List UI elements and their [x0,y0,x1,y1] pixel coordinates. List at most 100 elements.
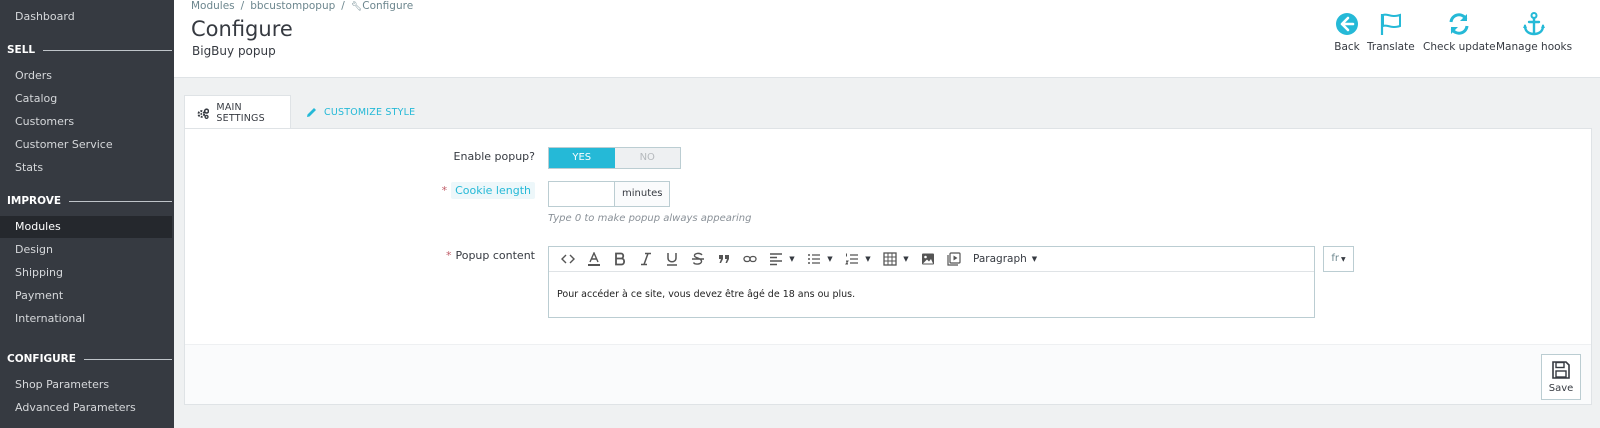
breadcrumb: Modules / bbcustompopup / 🔧︎Configure [191,0,414,12]
sidebar-item-international[interactable]: International [0,308,174,330]
tab-customize-style[interactable]: CUSTOMIZE STYLE [306,95,415,129]
code-icon [561,254,575,264]
check-update-button[interactable]: Check update [1423,11,1496,53]
page-subtitle: BigBuy popup [192,44,276,58]
media-icon [947,252,961,266]
bold-button[interactable] [607,248,633,270]
numbered-list-button[interactable]: ▼ [839,248,877,270]
underline-icon [667,253,677,266]
sidebar-item-shop-parameters[interactable]: Shop Parameters [0,374,174,396]
tab-main-settings-label: MAIN SETTINGS [216,102,265,124]
sidebar-item-stats[interactable]: Stats [0,157,174,179]
table-icon [883,252,897,266]
align-button[interactable]: ▼ [763,248,801,270]
sidebar-item-advanced-parameters[interactable]: Advanced Parameters [0,397,174,419]
link-icon [743,255,757,263]
sidebar-item-design[interactable]: Design [0,239,174,261]
panel-footer: Save [185,344,1591,404]
wrench-icon: 🔧︎ [350,2,363,12]
text-color-button[interactable] [581,248,607,270]
sidebar-item-orders[interactable]: Orders [0,65,174,87]
bullet-list-icon [808,254,821,264]
anchor-icon [1523,12,1546,36]
underline-button[interactable] [659,248,685,270]
italic-button[interactable] [633,248,659,270]
sidebar-item-shipping[interactable]: Shipping [0,262,174,284]
save-icon [1552,361,1570,379]
popup-content-editor[interactable]: ▼ ▼ ▼ ▼ Paragraph ▼ Pour accéder à ce sit… [548,246,1315,318]
settings-panel: Enable popup? YES NO * Cookie length minu… [184,128,1592,405]
link-button[interactable] [737,248,763,270]
cookie-length-group: minutes [548,181,671,207]
translate-label: Translate [1367,41,1415,53]
page-header: Modules / bbcustompopup / 🔧︎Configure Config… [174,0,1600,78]
format-dropdown[interactable]: Paragraph ▼ [967,253,1043,265]
enable-popup-label: Enable popup? [453,150,535,163]
breadcrumb-configure: Configure [362,0,414,12]
sidebar-item-customers[interactable]: Customers [0,111,174,133]
blockquote-button[interactable] [711,248,737,270]
editor-toolbar: ▼ ▼ ▼ ▼ Paragraph ▼ [549,247,1314,272]
language-dropdown[interactable]: fr ▼ [1323,246,1354,272]
bullet-list-dropdown-caret: ▼ [827,255,833,263]
table-button[interactable]: ▼ [877,248,915,270]
popup-content-label-wrap: * Popup content [446,249,535,262]
align-left-icon [770,253,783,266]
refresh-icon [1449,13,1469,35]
check-update-label: Check update [1423,41,1496,53]
sidebar: Dashboard SELL Orders Catalog Customers … [0,0,174,428]
pencil-icon [307,107,316,117]
numbered-list-dropdown-caret: ▼ [865,255,871,263]
back-button[interactable]: Back [1334,11,1360,53]
cookie-length-label-wrap: * Cookie length [441,182,535,199]
sidebar-section-improve: IMPROVE [7,191,172,211]
quote-icon [719,255,729,263]
sidebar-section-configure: CONFIGURE [7,349,172,369]
bullet-list-button[interactable]: ▼ [801,248,839,270]
page-title: Configure [191,17,293,41]
sidebar-section-sell: SELL [7,40,172,60]
tab-main-settings[interactable]: MAIN SETTINGS [184,95,291,130]
source-code-button[interactable] [555,248,581,270]
cogs-icon [197,107,210,119]
breadcrumb-modules[interactable]: Modules [191,0,235,12]
sidebar-item-catalog[interactable]: Catalog [0,88,174,110]
insert-image-button[interactable] [915,248,941,270]
strikethrough-button[interactable] [685,248,711,270]
sidebar-item-dashboard[interactable]: Dashboard [0,6,174,28]
enable-popup-yes[interactable]: YES [549,148,615,168]
save-label: Save [1548,383,1574,394]
manage-hooks-label: Manage hooks [1496,41,1573,53]
flag-icon [1380,13,1401,35]
format-dropdown-value: Paragraph [973,253,1027,265]
image-icon [922,253,934,265]
required-marker: * [441,184,448,197]
align-dropdown-caret: ▼ [789,255,795,263]
translate-button[interactable]: Translate [1367,11,1415,53]
cookie-length-label: Cookie length [451,182,535,199]
sidebar-item-modules[interactable]: Modules [0,216,172,238]
bold-icon [615,252,626,266]
cookie-length-input[interactable] [548,181,615,207]
table-dropdown-caret: ▼ [903,255,909,263]
sidebar-item-customer-service[interactable]: Customer Service [0,134,174,156]
text-color-icon [588,252,600,266]
enable-popup-switch[interactable]: YES NO [548,147,681,169]
chevron-down-icon: ▼ [1341,256,1346,263]
strikethrough-icon [692,252,704,265]
back-icon [1336,13,1358,35]
required-marker: * [445,249,452,262]
breadcrumb-module[interactable]: bbcustompopup [250,0,335,12]
sidebar-item-payment[interactable]: Payment [0,285,174,307]
editor-content[interactable]: Pour accéder à ce site, vous devez être … [549,272,1314,317]
save-button[interactable]: Save [1541,354,1581,400]
manage-hooks-button[interactable]: Manage hooks [1496,11,1572,53]
minutes-addon: minutes [615,181,671,207]
italic-icon [641,252,651,266]
insert-media-button[interactable] [941,248,967,270]
tab-customize-style-label: CUSTOMIZE STYLE [324,106,416,118]
popup-content-label: Popup content [455,249,535,262]
enable-popup-no[interactable]: NO [615,148,681,168]
cookie-length-help: Type 0 to make popup always appearing [548,213,752,224]
language-value: fr [1331,253,1339,264]
